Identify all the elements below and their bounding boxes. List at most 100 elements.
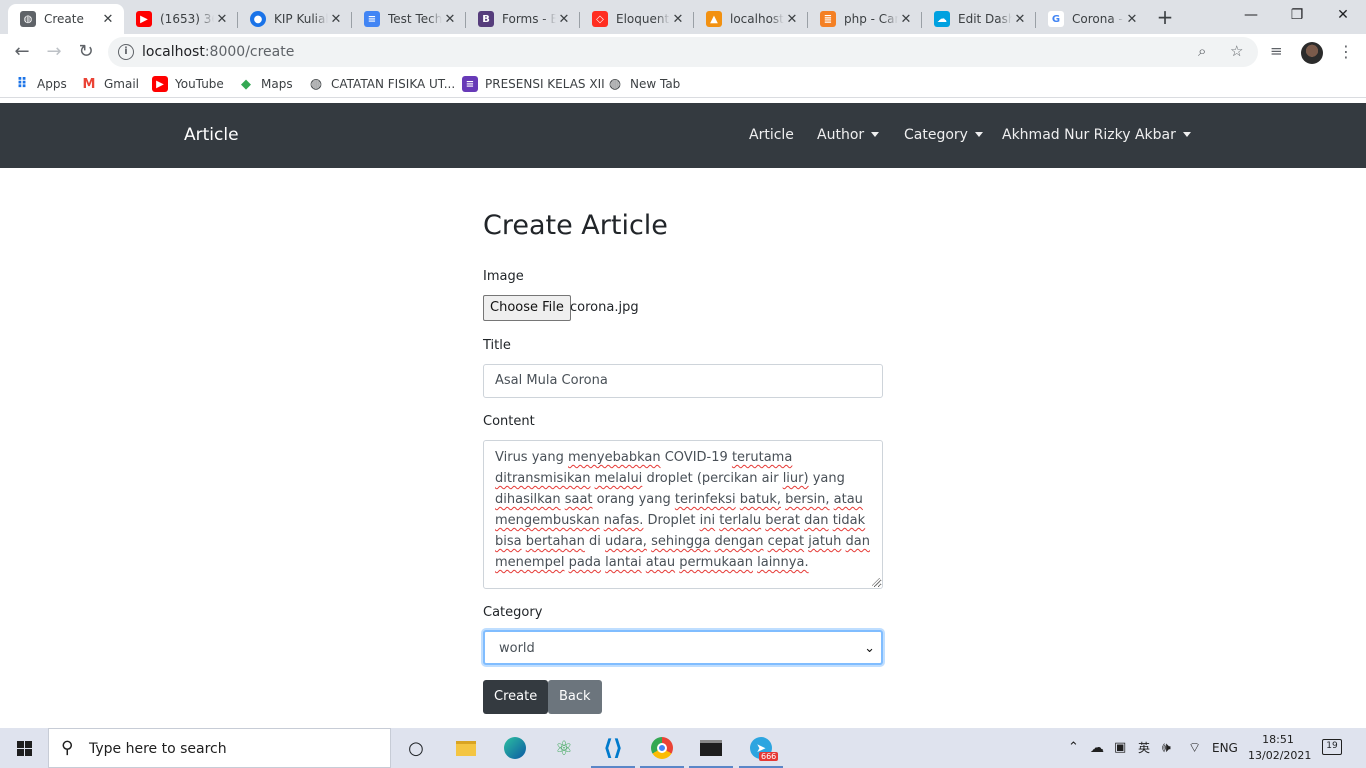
url-text[interactable]: localhost:8000/create <box>142 37 294 67</box>
tab-create[interactable]: ◍ Create ✕ <box>8 4 124 34</box>
zoom-icon[interactable]: ⌕ <box>1198 42 1206 60</box>
youtube-icon: ▶ <box>136 11 152 27</box>
content-textarea[interactable]: Virus yang menyebabkan COVID-19 terutama… <box>483 440 883 589</box>
title-input[interactable]: Asal Mula Corona <box>483 364 883 398</box>
tab-test-tech[interactable]: ≡ Test Tech ✕ <box>352 4 466 34</box>
tab-title: Corona - <box>1072 12 1123 26</box>
tab-kip-kuliah[interactable]: ● KIP Kuliah ✕ <box>238 4 352 34</box>
onedrive-icon[interactable]: ☁ <box>1090 728 1104 768</box>
volume-icon[interactable]: 🕪 <box>1162 728 1171 768</box>
site-navbar: Article Article Author Category Akhmad N… <box>0 103 1366 168</box>
create-button[interactable]: Create <box>483 680 549 714</box>
edge-icon[interactable] <box>501 734 529 762</box>
taskbar-search[interactable]: ⚲ Type here to search <box>48 728 391 768</box>
wifi-icon[interactable]: ⌔ <box>1188 728 1201 768</box>
apps-grid-icon: ⠿ <box>16 76 28 92</box>
file-explorer-icon[interactable] <box>452 734 480 762</box>
salesforce-icon: ☁ <box>934 11 950 27</box>
title-label: Title <box>483 338 511 353</box>
atom-icon[interactable]: ⚛ <box>550 734 578 762</box>
close-icon[interactable]: ✕ <box>1012 12 1028 27</box>
terminal-icon[interactable] <box>689 734 733 768</box>
new-tab-button[interactable]: + <box>1152 6 1178 30</box>
media-queue-icon[interactable]: ≡ <box>1270 42 1283 60</box>
bookmark-gmail[interactable]: M Gmail <box>81 70 139 98</box>
page-title: Create Article <box>483 210 668 241</box>
back-button[interactable]: Back <box>548 680 602 714</box>
ime-icon[interactable]: 英 <box>1138 728 1150 768</box>
caret-down-icon <box>974 132 983 137</box>
task-view-icon[interactable]: ○ <box>402 734 430 762</box>
tray-chevron-up-icon[interactable]: ⌃ <box>1068 728 1079 768</box>
site-info-icon[interactable]: i <box>118 44 134 60</box>
close-icon[interactable]: ✕ <box>100 12 116 27</box>
tab-php-stackoverflow[interactable]: ≣ php - Car ✕ <box>808 4 922 34</box>
tab-title: (1653) 36 <box>160 12 214 26</box>
bookmark-catatan-fisika[interactable]: ◍ CATATAN FISIKA UT... <box>308 70 455 98</box>
tab-forms-bootstrap[interactable]: B Forms - B ✕ <box>466 4 580 34</box>
telegram-icon[interactable]: ➤ 666 <box>739 734 783 768</box>
close-icon[interactable]: ✕ <box>1124 12 1140 27</box>
address-bar[interactable]: i localhost:8000/create ⌕ ☆ <box>108 37 1258 67</box>
close-icon[interactable]: ✕ <box>328 12 344 27</box>
forms-icon: ≡ <box>462 76 478 92</box>
windows-start-icon[interactable] <box>0 728 48 768</box>
caret-down-icon <box>871 132 880 137</box>
gmail-icon: M <box>82 76 96 92</box>
stackoverflow-icon: ≣ <box>820 11 836 27</box>
tab-localhost[interactable]: ▲ localhost ✕ <box>694 4 808 34</box>
search-icon: ⚲ <box>61 738 74 758</box>
close-icon[interactable]: ✕ <box>898 12 914 27</box>
chrome-icon[interactable] <box>640 734 684 768</box>
minimize-button[interactable]: — <box>1228 0 1274 30</box>
category-select[interactable]: world ⌄ <box>483 630 883 665</box>
category-label: Category <box>483 605 543 620</box>
bookmark-presensi[interactable]: ≡ PRESENSI KELAS XII <box>462 70 605 98</box>
google-docs-icon: ≡ <box>364 11 380 27</box>
window-close-button[interactable]: ✕ <box>1320 0 1366 30</box>
nav-category-dropdown[interactable]: Category <box>904 103 983 168</box>
restore-button[interactable]: ❐ <box>1274 0 1320 30</box>
bookmark-maps[interactable]: ◆ Maps <box>238 70 293 98</box>
bookmark-new-tab[interactable]: ◍ New Tab <box>607 70 680 98</box>
resize-handle[interactable] <box>872 578 880 586</box>
bookmark-youtube[interactable]: ▶ YouTube <box>152 70 224 98</box>
language-indicator[interactable]: ENG <box>1212 728 1238 768</box>
menu-kebab-icon[interactable]: ⋮ <box>1338 42 1354 61</box>
bookmark-star-icon[interactable]: ☆ <box>1230 42 1243 60</box>
close-icon[interactable]: ✕ <box>670 12 686 27</box>
phpmyadmin-icon: ▲ <box>706 11 722 27</box>
back-arrow-icon[interactable]: ← <box>8 38 36 66</box>
tab-edit-dash[interactable]: ☁ Edit Dash ✕ <box>922 4 1036 34</box>
navbar-brand[interactable]: Article <box>184 103 239 168</box>
reload-icon[interactable]: ↻ <box>72 38 100 66</box>
close-icon[interactable]: ✕ <box>214 12 230 27</box>
laravel-icon: ◇ <box>592 11 608 27</box>
maps-icon: ◆ <box>241 76 251 92</box>
selected-file-name: corona.jpg <box>570 300 639 315</box>
tab-title: localhost <box>730 12 784 26</box>
close-icon[interactable]: ✕ <box>556 12 572 27</box>
vscode-icon[interactable]: ⟨⟩ <box>591 734 635 768</box>
notification-center-icon[interactable]: 19 <box>1322 739 1342 755</box>
security-icon[interactable]: ▣ <box>1114 728 1126 768</box>
choose-file-button[interactable]: Choose File <box>483 295 571 321</box>
tab-youtube[interactable]: ▶ (1653) 36 ✕ <box>124 4 238 34</box>
system-clock[interactable]: 18:51 13/02/2021 <box>1248 732 1311 764</box>
tab-eloquent[interactable]: ◇ Eloquent ✕ <box>580 4 694 34</box>
nav-user-dropdown[interactable]: Akhmad Nur Rizky Akbar <box>1002 103 1191 168</box>
close-icon[interactable]: ✕ <box>784 12 800 27</box>
nav-author-dropdown[interactable]: Author <box>817 103 880 168</box>
bookmark-apps[interactable]: ⠿ Apps <box>14 70 67 98</box>
bootstrap-icon: B <box>478 11 494 27</box>
profile-avatar[interactable] <box>1301 42 1323 64</box>
nav-article[interactable]: Article <box>749 103 794 168</box>
tab-corona-google[interactable]: G Corona - ✕ <box>1036 4 1148 34</box>
close-icon[interactable]: ✕ <box>442 12 458 27</box>
forward-arrow-icon[interactable]: → <box>40 38 68 66</box>
taskbar-search-placeholder: Type here to search <box>89 741 227 757</box>
tab-title: Test Tech <box>388 12 442 26</box>
youtube-icon: ▶ <box>152 76 168 92</box>
google-icon: G <box>1048 11 1064 27</box>
chevron-down-icon: ⌄ <box>864 641 875 656</box>
